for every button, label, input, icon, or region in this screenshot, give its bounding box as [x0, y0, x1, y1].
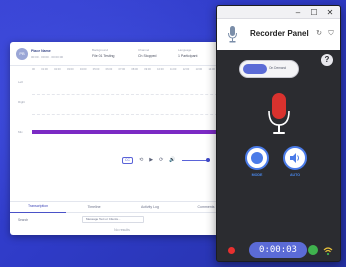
field-label: Channel — [138, 48, 150, 52]
recorder-main: ? On Demand MODE AUTO — [217, 50, 340, 238]
avatar: PB — [16, 48, 28, 60]
mode-toggle[interactable]: On Demand — [239, 60, 299, 78]
field-label: Language — [178, 48, 192, 52]
maximize-button[interactable]: ☐ — [307, 7, 321, 18]
skip-back-icon[interactable]: ⟲ — [139, 157, 143, 163]
field-label: Background — [92, 48, 109, 52]
volume-slider[interactable] — [181, 158, 210, 162]
recording-timer: 0:00:03 — [249, 242, 307, 258]
filter-input[interactable]: Message Text or Clients... — [82, 216, 144, 223]
status-bar: 0:00:03 — [217, 238, 340, 261]
help-button[interactable]: ? — [321, 54, 333, 66]
auto-button-label: AUTO — [289, 173, 301, 177]
ruler-tick: 11:00 — [170, 68, 177, 71]
field-value: Ch Stopped — [138, 54, 157, 58]
microphone-icon[interactable] — [268, 93, 290, 137]
ruler-tick: 05:00 — [92, 68, 100, 71]
playback-controls: CC ⟲ ▶ ⟳ 🔊 — [122, 156, 210, 164]
app-header: Recorder Panel ↻ ⛉ — [217, 19, 340, 50]
background-app-window: PB Place Name 00:00 · 00:00 · 00:00:00 B… — [10, 42, 234, 235]
app-title: Recorder Panel — [250, 29, 309, 38]
skip-forward-icon[interactable]: ⟳ — [159, 157, 163, 163]
recording-header: PB Place Name 00:00 · 00:00 · 00:00:00 B… — [10, 42, 234, 66]
audio-waveform-bar[interactable] — [32, 130, 228, 134]
tab-bar: Transcription Timeline Activity Log Comm… — [10, 201, 234, 213]
waveform-area[interactable]: 00 01:00 02:00 03:00 04:00 05:00 06:00 0… — [16, 68, 228, 164]
record-mode-icon — [251, 152, 263, 164]
field-value: File 01 Testing — [92, 54, 115, 58]
ruler-tick: 01:00 — [41, 68, 48, 71]
minimize-button[interactable]: – — [291, 7, 305, 18]
track-label: Left — [18, 80, 24, 84]
auto-button[interactable] — [283, 146, 307, 170]
speaker-icon — [290, 153, 299, 163]
ruler-tick: 03:00 — [67, 68, 74, 71]
track-label: Right — [18, 100, 26, 104]
ruler-tick: 12:00 — [182, 68, 190, 71]
window-chrome: – ☐ ✕ — [217, 6, 340, 19]
ruler-tick: 10:00 — [157, 68, 164, 71]
track-label: Mix — [18, 130, 23, 134]
toggle-knob — [243, 64, 267, 74]
record-indicator-icon[interactable] — [228, 247, 235, 254]
ruler-tick: 08:00 — [131, 68, 138, 71]
tab-transcription[interactable]: Transcription — [10, 201, 66, 213]
ruler-tick: 00 — [32, 68, 35, 71]
field-channel: Channel Ch Stopped — [138, 48, 157, 58]
track-left — [32, 94, 228, 95]
toggle-label: On Demand — [269, 66, 287, 70]
search-label: Search — [18, 218, 29, 222]
wifi-icon — [323, 247, 333, 256]
empty-state-text: No results — [114, 228, 130, 232]
ruler-tick: 04:00 — [79, 68, 87, 71]
tab-activity-log[interactable]: Activity Log — [122, 202, 178, 213]
ruler-tick: 07:00 — [118, 68, 126, 71]
ruler-tick: 06:00 — [105, 68, 113, 71]
field-background: Background File 01 Testing — [92, 48, 115, 58]
ruler-tick: 14:00 — [208, 68, 215, 71]
microphone-logo-icon — [228, 26, 237, 43]
volume-icon[interactable]: 🔊 — [169, 157, 175, 163]
play-icon[interactable]: ▶ — [149, 157, 153, 163]
refresh-icon[interactable]: ↻ — [315, 30, 323, 38]
close-button[interactable]: ✕ — [323, 7, 337, 18]
ruler-tick: 13:00 — [195, 68, 203, 71]
tab-timeline[interactable]: Timeline — [66, 202, 122, 213]
captions-button[interactable]: CC — [122, 156, 134, 164]
track-right — [32, 114, 228, 115]
field-value: 1 Participant — [178, 54, 198, 58]
user-subtitle: 00:00 · 00:00 · 00:00:00 — [31, 55, 64, 59]
time-ruler: 00 01:00 02:00 03:00 04:00 05:00 06:00 0… — [32, 68, 228, 74]
field-language: Language 1 Participant — [178, 48, 197, 58]
recorder-panel-window: – ☐ ✕ Recorder Panel ↻ ⛉ ? On Demand MOD… — [216, 5, 341, 262]
ruler-tick: 02:00 — [54, 68, 61, 71]
user-name[interactable]: Place Name — [31, 49, 51, 53]
status-ok-icon — [308, 245, 318, 255]
shield-icon[interactable]: ⛉ — [327, 30, 335, 38]
mode-button-label: MODE — [251, 173, 263, 177]
mode-button[interactable] — [245, 146, 269, 170]
ruler-tick: 09:00 — [144, 68, 151, 71]
